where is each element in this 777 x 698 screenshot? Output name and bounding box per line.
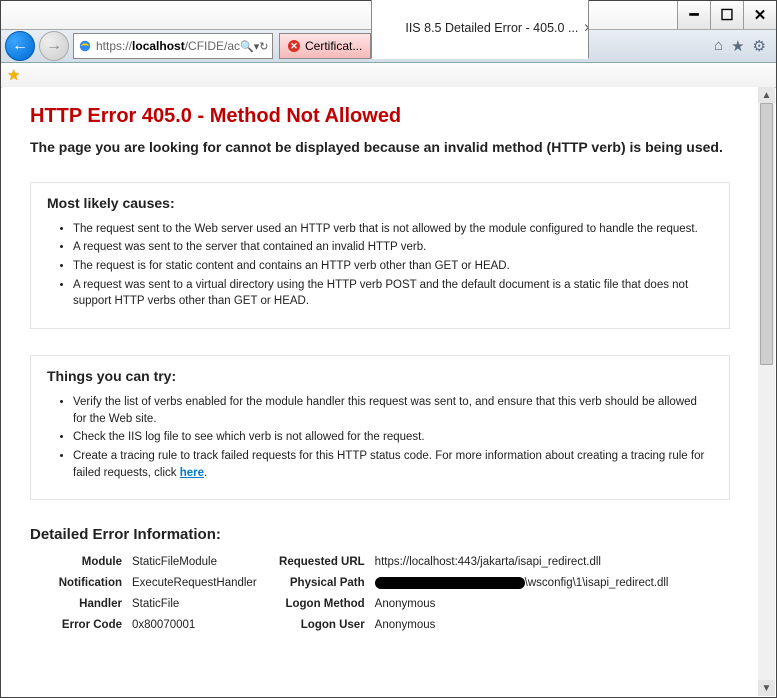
scroll-up-button[interactable]: ▲ xyxy=(758,87,775,103)
detail-label: Logon Method xyxy=(275,597,365,612)
error-subtitle: The page you are looking for cannot be d… xyxy=(30,138,730,158)
list-item: The request sent to the Web server used … xyxy=(73,221,713,238)
scroll-thumb[interactable] xyxy=(760,103,773,365)
list-item: Create a tracing rule to track failed re… xyxy=(73,448,713,481)
tryfix-section: Things you can try: Verify the list of v… xyxy=(30,355,730,500)
tryfix-heading: Things you can try: xyxy=(47,368,713,384)
tab-label: Certificat... xyxy=(305,39,362,53)
url-field[interactable]: https://localhost/CFIDE/ac 🔍 ▾ ↻ xyxy=(73,33,273,59)
search-icon[interactable]: 🔍 xyxy=(240,40,254,53)
address-bar: ← → https://localhost/CFIDE/ac 🔍 ▾ ↻ ✕ C… xyxy=(1,30,776,63)
detail-label: Logon User xyxy=(275,618,365,633)
tools-gear-icon[interactable]: ⚙ xyxy=(753,37,766,55)
detail-value: ExecuteRequestHandler xyxy=(132,576,257,591)
detail-value: Anonymous xyxy=(375,618,669,633)
detail-section: Detailed Error Information: Module Stati… xyxy=(30,526,730,633)
detail-value: \wsconfig\1\isapi_redirect.dll xyxy=(375,576,669,591)
tracing-help-link[interactable]: here xyxy=(180,467,204,479)
scroll-down-button[interactable]: ▼ xyxy=(758,680,775,696)
vertical-scrollbar[interactable]: ▲ ▼ xyxy=(757,87,775,696)
detail-label: Requested URL xyxy=(275,555,365,570)
detail-left-column: Module StaticFileModule Notification Exe… xyxy=(30,555,257,633)
detail-value: StaticFile xyxy=(132,597,257,612)
favorites-bar: ★ xyxy=(1,63,776,88)
list-item: A request was sent to the server that co… xyxy=(73,239,713,256)
back-button[interactable]: ← xyxy=(5,31,35,61)
refresh-icon[interactable]: ↻ xyxy=(259,40,268,53)
detail-label: Physical Path xyxy=(275,576,365,591)
page-viewport: HTTP Error 405.0 - Method Not Allowed Th… xyxy=(2,87,758,696)
ie-icon xyxy=(78,39,92,53)
detail-heading: Detailed Error Information: xyxy=(30,526,730,543)
maximize-button[interactable]: ☐ xyxy=(710,1,743,29)
tab-iis-error-page[interactable]: IIS 8.5 Detailed Error - 405.0 ... ✕ xyxy=(371,0,589,59)
close-window-button[interactable]: ✕ xyxy=(743,1,776,29)
list-item: The request is for static content and co… xyxy=(73,258,713,275)
cert-error-icon: ✕ xyxy=(288,40,300,52)
tab-strip: ✕ Certificat... IIS 8.5 Detailed Error -… xyxy=(279,33,589,59)
causes-section: Most likely causes: The request sent to … xyxy=(30,182,730,329)
detail-value: Anonymous xyxy=(375,597,669,612)
detail-right-column: Requested URL https://localhost:443/jaka… xyxy=(275,555,669,633)
favorites-icon[interactable]: ★ xyxy=(731,37,744,55)
detail-label: Module xyxy=(30,555,122,570)
tab-close-icon[interactable]: ✕ xyxy=(583,21,589,35)
list-item: A request was sent to a virtual director… xyxy=(73,277,713,310)
redacted-path xyxy=(375,577,525,589)
detail-value: 0x80070001 xyxy=(132,618,257,633)
tab-certificate-error[interactable]: ✕ Certificat... xyxy=(279,33,371,59)
causes-heading: Most likely causes: xyxy=(47,195,713,211)
list-item: Verify the list of verbs enabled for the… xyxy=(73,394,713,427)
detail-label: Error Code xyxy=(30,618,122,633)
tab-label: IIS 8.5 Detailed Error - 405.0 ... xyxy=(405,21,578,35)
scroll-track[interactable] xyxy=(758,103,775,680)
url-text: https://localhost/CFIDE/ac xyxy=(96,39,240,53)
detail-value: StaticFileModule xyxy=(132,555,257,570)
error-title: HTTP Error 405.0 - Method Not Allowed xyxy=(30,105,730,128)
detail-value: https://localhost:443/jakarta/isapi_redi… xyxy=(375,555,669,570)
detail-label: Handler xyxy=(30,597,122,612)
detail-label: Notification xyxy=(30,576,122,591)
forward-button[interactable]: → xyxy=(39,31,69,61)
toolbar-right: ⌂ ★ ⚙ xyxy=(714,37,772,55)
list-item: Check the IIS log file to see which verb… xyxy=(73,429,713,446)
home-icon[interactable]: ⌂ xyxy=(714,37,723,55)
error-page: HTTP Error 405.0 - Method Not Allowed Th… xyxy=(2,87,758,651)
add-favorite-icon[interactable]: ★ xyxy=(7,66,20,84)
minimize-button[interactable]: 🗕 xyxy=(677,1,710,29)
